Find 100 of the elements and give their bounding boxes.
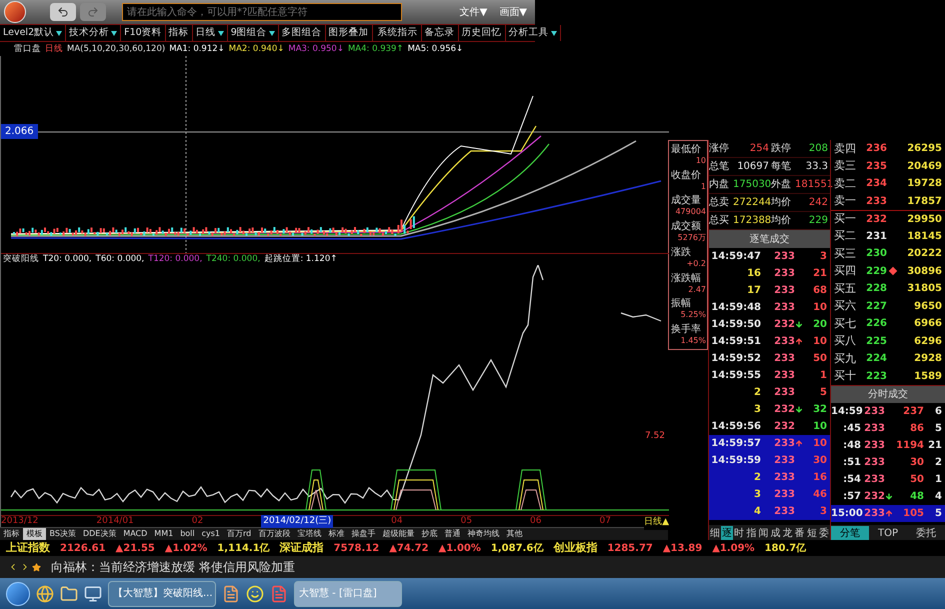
indicator-tab[interactable]: 宝塔线 bbox=[294, 528, 325, 540]
tick-row[interactable]: 2 233 5 bbox=[709, 384, 830, 401]
tick-row[interactable]: 17 233 68 bbox=[709, 282, 830, 299]
indicator-tab[interactable]: 模板 bbox=[23, 528, 46, 540]
indicator-tab[interactable]: 超级能量 bbox=[378, 528, 418, 540]
tick-row[interactable]: 14:59:47 233 3 bbox=[709, 248, 830, 265]
tick-row[interactable]: 14:59:56 232 10 bbox=[709, 418, 830, 435]
toolbar-button[interactable]: 系统指示 bbox=[374, 25, 422, 41]
panel-tab[interactable]: 逐 bbox=[721, 526, 734, 540]
toolbar-button[interactable]: 9图组合 bbox=[228, 25, 279, 41]
indicator-tab[interactable]: MACD bbox=[120, 528, 151, 540]
panel-tab[interactable]: 闻 bbox=[757, 526, 770, 540]
panel-tab[interactable]: 短 bbox=[806, 526, 818, 540]
index-value: 7578.12 bbox=[334, 542, 380, 556]
stat-label: 收盘价 bbox=[671, 170, 702, 181]
tick-row[interactable]: 16 233 21 bbox=[709, 265, 830, 282]
toolbar-button[interactable]: F10资料 bbox=[121, 25, 166, 41]
trade-row[interactable]: :48 233 1194 21 bbox=[831, 437, 945, 454]
toolbar-button[interactable]: 指标 bbox=[166, 25, 193, 41]
command-field[interactable]: 请在此输入命令，可以用*?匹配任意字符 bbox=[122, 3, 402, 21]
tick-volume: 16 bbox=[812, 471, 828, 485]
indicator-tab[interactable]: MM1 bbox=[150, 528, 177, 540]
trade-row[interactable]: :57 232 48 4 bbox=[831, 488, 945, 505]
period-button[interactable]: 日线▲ bbox=[644, 516, 669, 530]
order-volume: 2928 bbox=[913, 352, 943, 366]
trade-row[interactable]: :45 233 86 5 bbox=[831, 420, 945, 437]
summary-value: 272244 bbox=[733, 196, 769, 210]
panel-tab[interactable]: 成 bbox=[769, 526, 782, 540]
trade-count: 5 bbox=[934, 422, 943, 436]
order-price: 224 bbox=[865, 352, 887, 366]
stock-name: 雷口盘 bbox=[14, 42, 41, 56]
toolbar-button[interactable]: 日线 bbox=[192, 25, 228, 41]
tick-row[interactable]: 14:59:57 233 10 bbox=[709, 435, 830, 452]
tick-time: 3 bbox=[753, 403, 761, 417]
panel-tab[interactable]: 时 bbox=[733, 526, 746, 540]
indicator-tab[interactable]: 普通 bbox=[440, 528, 464, 540]
axis-label: 7.52 bbox=[644, 430, 665, 443]
panel-tab[interactable]: 分笔 bbox=[831, 526, 869, 540]
order-level: 卖二 bbox=[833, 176, 857, 192]
panel-tab[interactable]: 番 bbox=[794, 526, 806, 540]
indicator-tab[interactable]: DDE决策 bbox=[79, 528, 120, 540]
toolbar-button[interactable]: 备忘录 bbox=[422, 25, 459, 41]
tick-price: 233 bbox=[773, 250, 795, 264]
trade-row[interactable]: :51 233 30 2 bbox=[831, 454, 945, 471]
indicator-value: 起跳位置: 1.120↑ bbox=[264, 253, 338, 266]
smiley-icon[interactable] bbox=[246, 584, 264, 602]
taskbar-button[interactable]: 【大智慧】突破阳线... bbox=[108, 580, 216, 606]
news-headline[interactable]: 向福林：当前经济增速放缓 将使信用风险加重 bbox=[51, 558, 295, 576]
signal-marker bbox=[516, 470, 546, 510]
menu-button[interactable]: 画面▼ bbox=[495, 4, 531, 20]
panel-tab[interactable]: 细 bbox=[709, 526, 722, 540]
tick-row[interactable]: 14:59:55 233 1 bbox=[709, 367, 830, 384]
indicator-tab[interactable]: 神奇均线 bbox=[464, 528, 503, 540]
tick-row[interactable]: 14:59:50 232 20 bbox=[709, 316, 830, 333]
document-icon[interactable] bbox=[222, 584, 240, 602]
tick-row[interactable]: 14:59:51 233 10 bbox=[709, 333, 830, 350]
back-button[interactable] bbox=[50, 3, 76, 21]
trade-row[interactable]: 14:59233 237 6 bbox=[831, 403, 945, 420]
tick-row[interactable]: 3 233 46 bbox=[709, 486, 830, 503]
toolbar-button[interactable]: 图形叠加 bbox=[326, 25, 373, 41]
toolbar-button[interactable]: 分析工具 bbox=[506, 25, 561, 41]
order-level: 卖四 bbox=[833, 140, 857, 156]
indicator-tab[interactable]: 操盘手 bbox=[348, 528, 379, 540]
folder-icon[interactable] bbox=[60, 584, 78, 602]
indicator-tab[interactable]: 抄底 bbox=[418, 528, 441, 540]
tick-row[interactable]: 14:59:59 233 30 bbox=[709, 452, 830, 469]
tick-row[interactable]: 2 233 16 bbox=[709, 469, 830, 486]
trade-time: :51 bbox=[842, 456, 861, 470]
panel-tab[interactable]: 龙 bbox=[782, 526, 794, 540]
indicator-tab[interactable]: 其他 bbox=[502, 528, 526, 540]
trade-row[interactable]: :54 233 50 1 bbox=[831, 471, 945, 488]
panel-tab[interactable]: 委 bbox=[818, 526, 830, 540]
indicator-tab[interactable]: BS决策 bbox=[46, 528, 80, 540]
tick-row[interactable]: 4 233 3 bbox=[709, 503, 830, 520]
toolbar-button[interactable]: 历史回忆 bbox=[458, 25, 506, 41]
panel-tab[interactable]: 委托 bbox=[907, 526, 945, 540]
indicator-tab[interactable]: boll bbox=[176, 528, 198, 540]
indicator-tab[interactable]: cys1 bbox=[198, 528, 224, 540]
toolbar-button[interactable]: 多图组合 bbox=[278, 25, 326, 41]
start-button-icon[interactable] bbox=[6, 582, 30, 606]
indicator-tab[interactable]: 指标 bbox=[0, 528, 23, 540]
summary-value: 254 bbox=[748, 142, 769, 156]
indicator-line bbox=[620, 312, 662, 322]
toolbar-button[interactable]: 技术分析 bbox=[66, 25, 122, 41]
globe-icon[interactable] bbox=[36, 584, 54, 602]
tick-volume: 3 bbox=[819, 505, 828, 519]
menu-button[interactable]: 文件▼ bbox=[456, 4, 492, 20]
tick-row[interactable]: 14:59:48 233 10 bbox=[709, 299, 830, 316]
trade-row[interactable]: 15:00233 105 5 bbox=[831, 505, 945, 522]
tick-row[interactable]: 14:59:52 233 50 bbox=[709, 350, 830, 367]
toolbar-button[interactable]: Level2默认 bbox=[0, 25, 66, 41]
tick-row[interactable]: 3 232 32 bbox=[709, 401, 830, 418]
indicator-tab[interactable]: 标准 bbox=[324, 528, 348, 540]
panel-tab[interactable]: 指 bbox=[745, 526, 758, 540]
order-level: 买四 bbox=[833, 263, 857, 279]
indicator-tab[interactable]: 百万波段 bbox=[254, 528, 294, 540]
panel-tab[interactable]: TOP bbox=[869, 526, 907, 540]
indicator-tab[interactable]: 百万rd bbox=[224, 528, 255, 540]
star-icon[interactable] bbox=[32, 562, 41, 572]
monitor-icon[interactable] bbox=[84, 584, 102, 602]
